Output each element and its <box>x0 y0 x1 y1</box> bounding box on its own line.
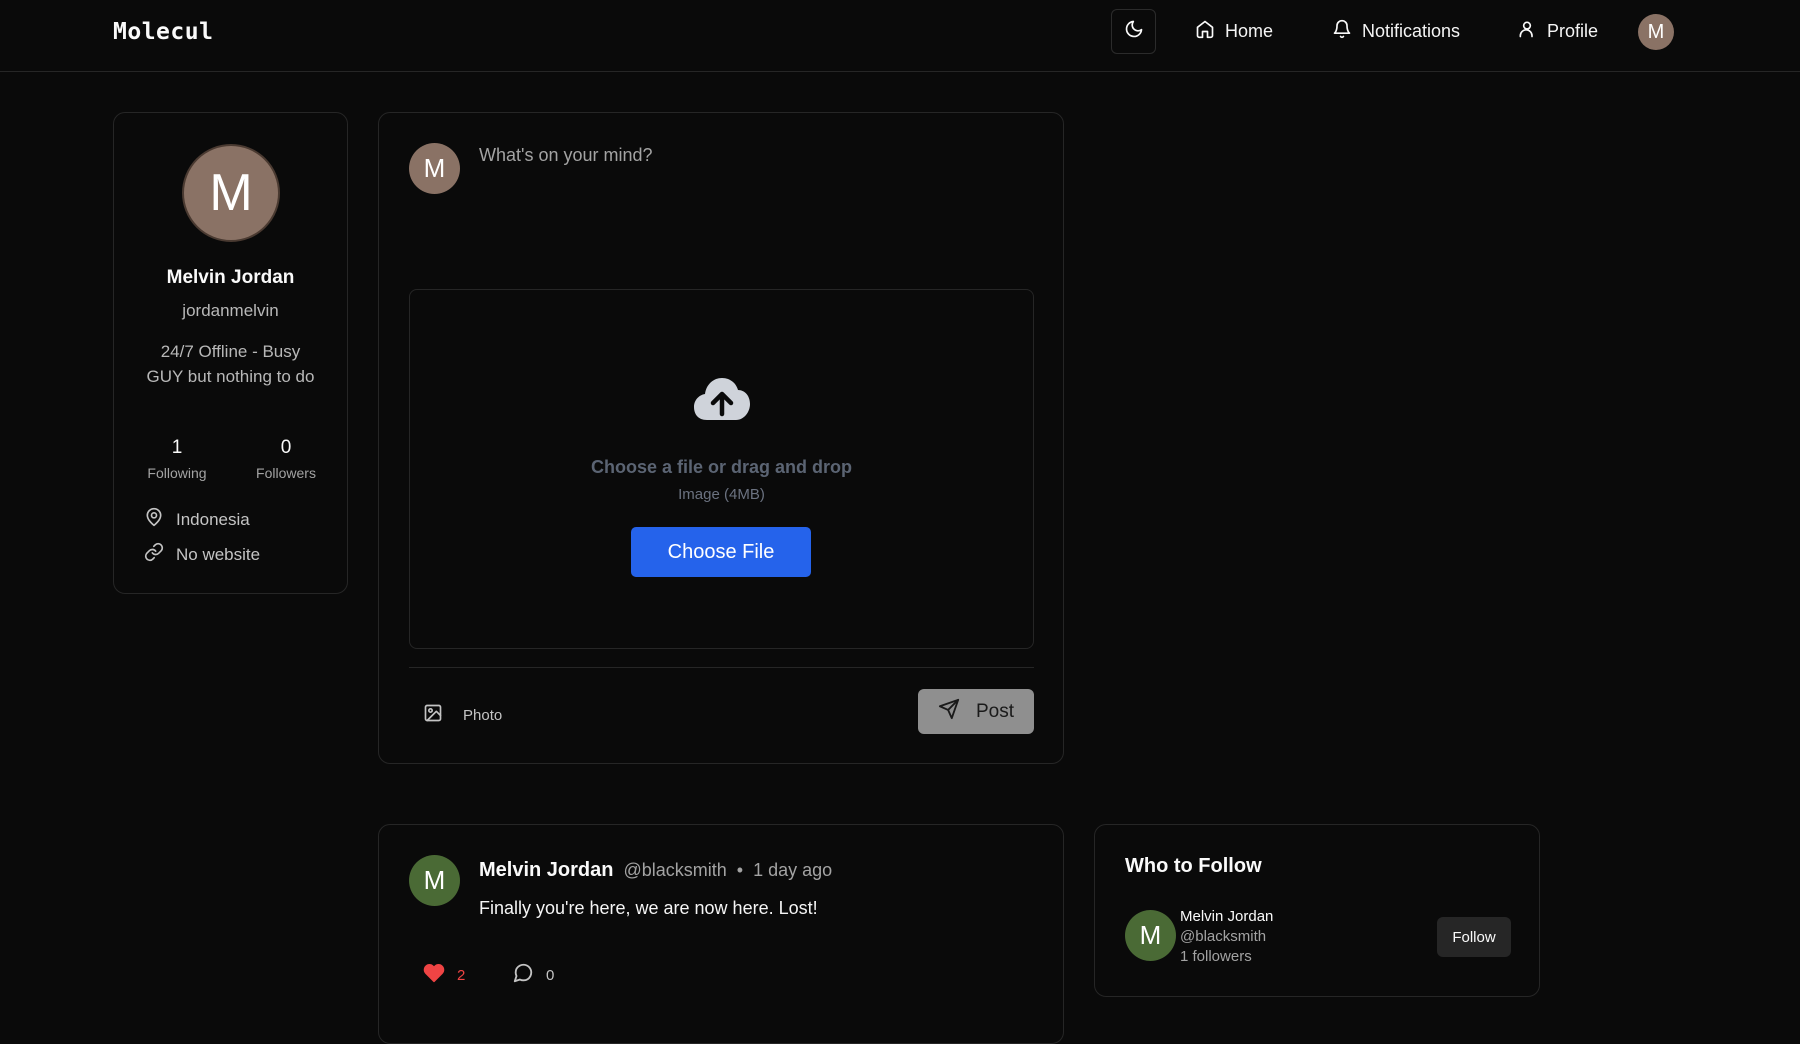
heart-icon <box>423 962 445 988</box>
top-navbar: Molecul Home Notifications Profile M <box>0 0 1800 72</box>
cloud-upload-icon <box>693 376 751 422</box>
user-avatar-menu[interactable]: M <box>1638 14 1674 50</box>
profile-location-text: Indonesia <box>176 509 250 529</box>
composer-divider <box>409 667 1034 668</box>
profile-card: M Melvin Jordan jordanmelvin 24/7 Offlin… <box>113 112 348 594</box>
comment-icon <box>512 962 534 988</box>
theme-toggle-button[interactable] <box>1111 9 1156 54</box>
add-photo-label: Photo <box>463 706 503 724</box>
following-label: Following <box>147 465 207 481</box>
dropzone-title: Choose a file or drag and drop <box>590 457 853 477</box>
nav-notifications-label: Notifications <box>1362 20 1461 41</box>
nav-profile-link[interactable]: Profile <box>1517 14 1598 48</box>
following-count: 1 <box>171 437 183 458</box>
comment-count: 0 <box>546 966 555 984</box>
profile-location: Indonesia <box>144 507 250 532</box>
followers-count: 0 <box>280 437 292 458</box>
post-author-name[interactable]: Melvin Jordan <box>479 859 613 882</box>
suggested-user-avatar[interactable]: M <box>1125 910 1176 961</box>
followers-label: Followers <box>256 465 316 481</box>
dropzone-subtitle: Image (4MB) <box>678 486 765 503</box>
choose-file-button[interactable]: Choose File <box>631 527 811 577</box>
post-timestamp: 1 day ago <box>753 860 833 880</box>
nav-profile-label: Profile <box>1547 20 1599 41</box>
feed-post: M Melvin Jordan @blacksmith • 1 day ago … <box>378 824 1064 1044</box>
profile-website: No website <box>144 542 260 567</box>
suggested-user-handle: @blacksmith <box>1180 928 1267 945</box>
suggested-user-info: Melvin Jordan @blacksmith 1 followers <box>1180 907 1273 967</box>
nav-notifications-link[interactable]: Notifications <box>1332 14 1460 48</box>
moon-icon <box>1124 19 1144 44</box>
who-to-follow-title: Who to Follow <box>1125 855 1262 877</box>
submit-post-button[interactable]: Post <box>918 689 1034 734</box>
post-text-input[interactable] <box>479 145 1029 275</box>
profile-bio: 24/7 Offline - Busy GUY but nothing to d… <box>146 342 315 386</box>
add-photo-button[interactable]: Photo <box>423 703 502 727</box>
link-icon <box>144 542 164 567</box>
like-count: 2 <box>457 966 466 984</box>
who-to-follow-card: Who to Follow M Melvin Jordan @blacksmit… <box>1094 824 1540 997</box>
suggested-user-followers: 1 followers <box>1180 948 1252 965</box>
composer-avatar: M <box>409 143 460 194</box>
profile-avatar: M <box>182 144 280 242</box>
home-icon <box>1195 19 1215 44</box>
followers-stat[interactable]: 0 Followers <box>241 437 331 481</box>
comment-button[interactable]: 0 <box>512 962 554 988</box>
image-dropzone[interactable]: Choose a file or drag and drop Image (4M… <box>409 289 1034 649</box>
suggested-user-name[interactable]: Melvin Jordan <box>1180 907 1273 927</box>
send-icon <box>938 698 960 726</box>
follow-button[interactable]: Follow <box>1437 917 1511 957</box>
post-author-avatar[interactable]: M <box>409 855 460 906</box>
bell-icon <box>1332 19 1352 44</box>
nav-home-link[interactable]: Home <box>1195 14 1273 48</box>
profile-handle: jordanmelvin <box>182 301 279 320</box>
profile-name: Melvin Jordan <box>166 267 295 288</box>
submit-post-label: Post <box>975 700 1015 722</box>
app-logo[interactable]: Molecul <box>113 19 213 45</box>
like-button[interactable]: 2 <box>423 962 465 988</box>
profile-website-text: No website <box>176 544 261 564</box>
nav-home-label: Home <box>1225 20 1274 41</box>
post-separator: • <box>736 860 744 880</box>
image-icon <box>423 703 443 727</box>
post-header: Melvin Jordan @blacksmith • 1 day ago <box>479 859 832 882</box>
map-pin-icon <box>144 507 164 532</box>
post-author-handle[interactable]: @blacksmith <box>623 860 726 881</box>
user-icon <box>1517 19 1537 44</box>
following-stat[interactable]: 1 Following <box>132 437 222 481</box>
post-body: Finally you're here, we are now here. Lo… <box>479 898 818 918</box>
post-composer: M Choose a file or drag and drop Image (… <box>378 112 1064 764</box>
